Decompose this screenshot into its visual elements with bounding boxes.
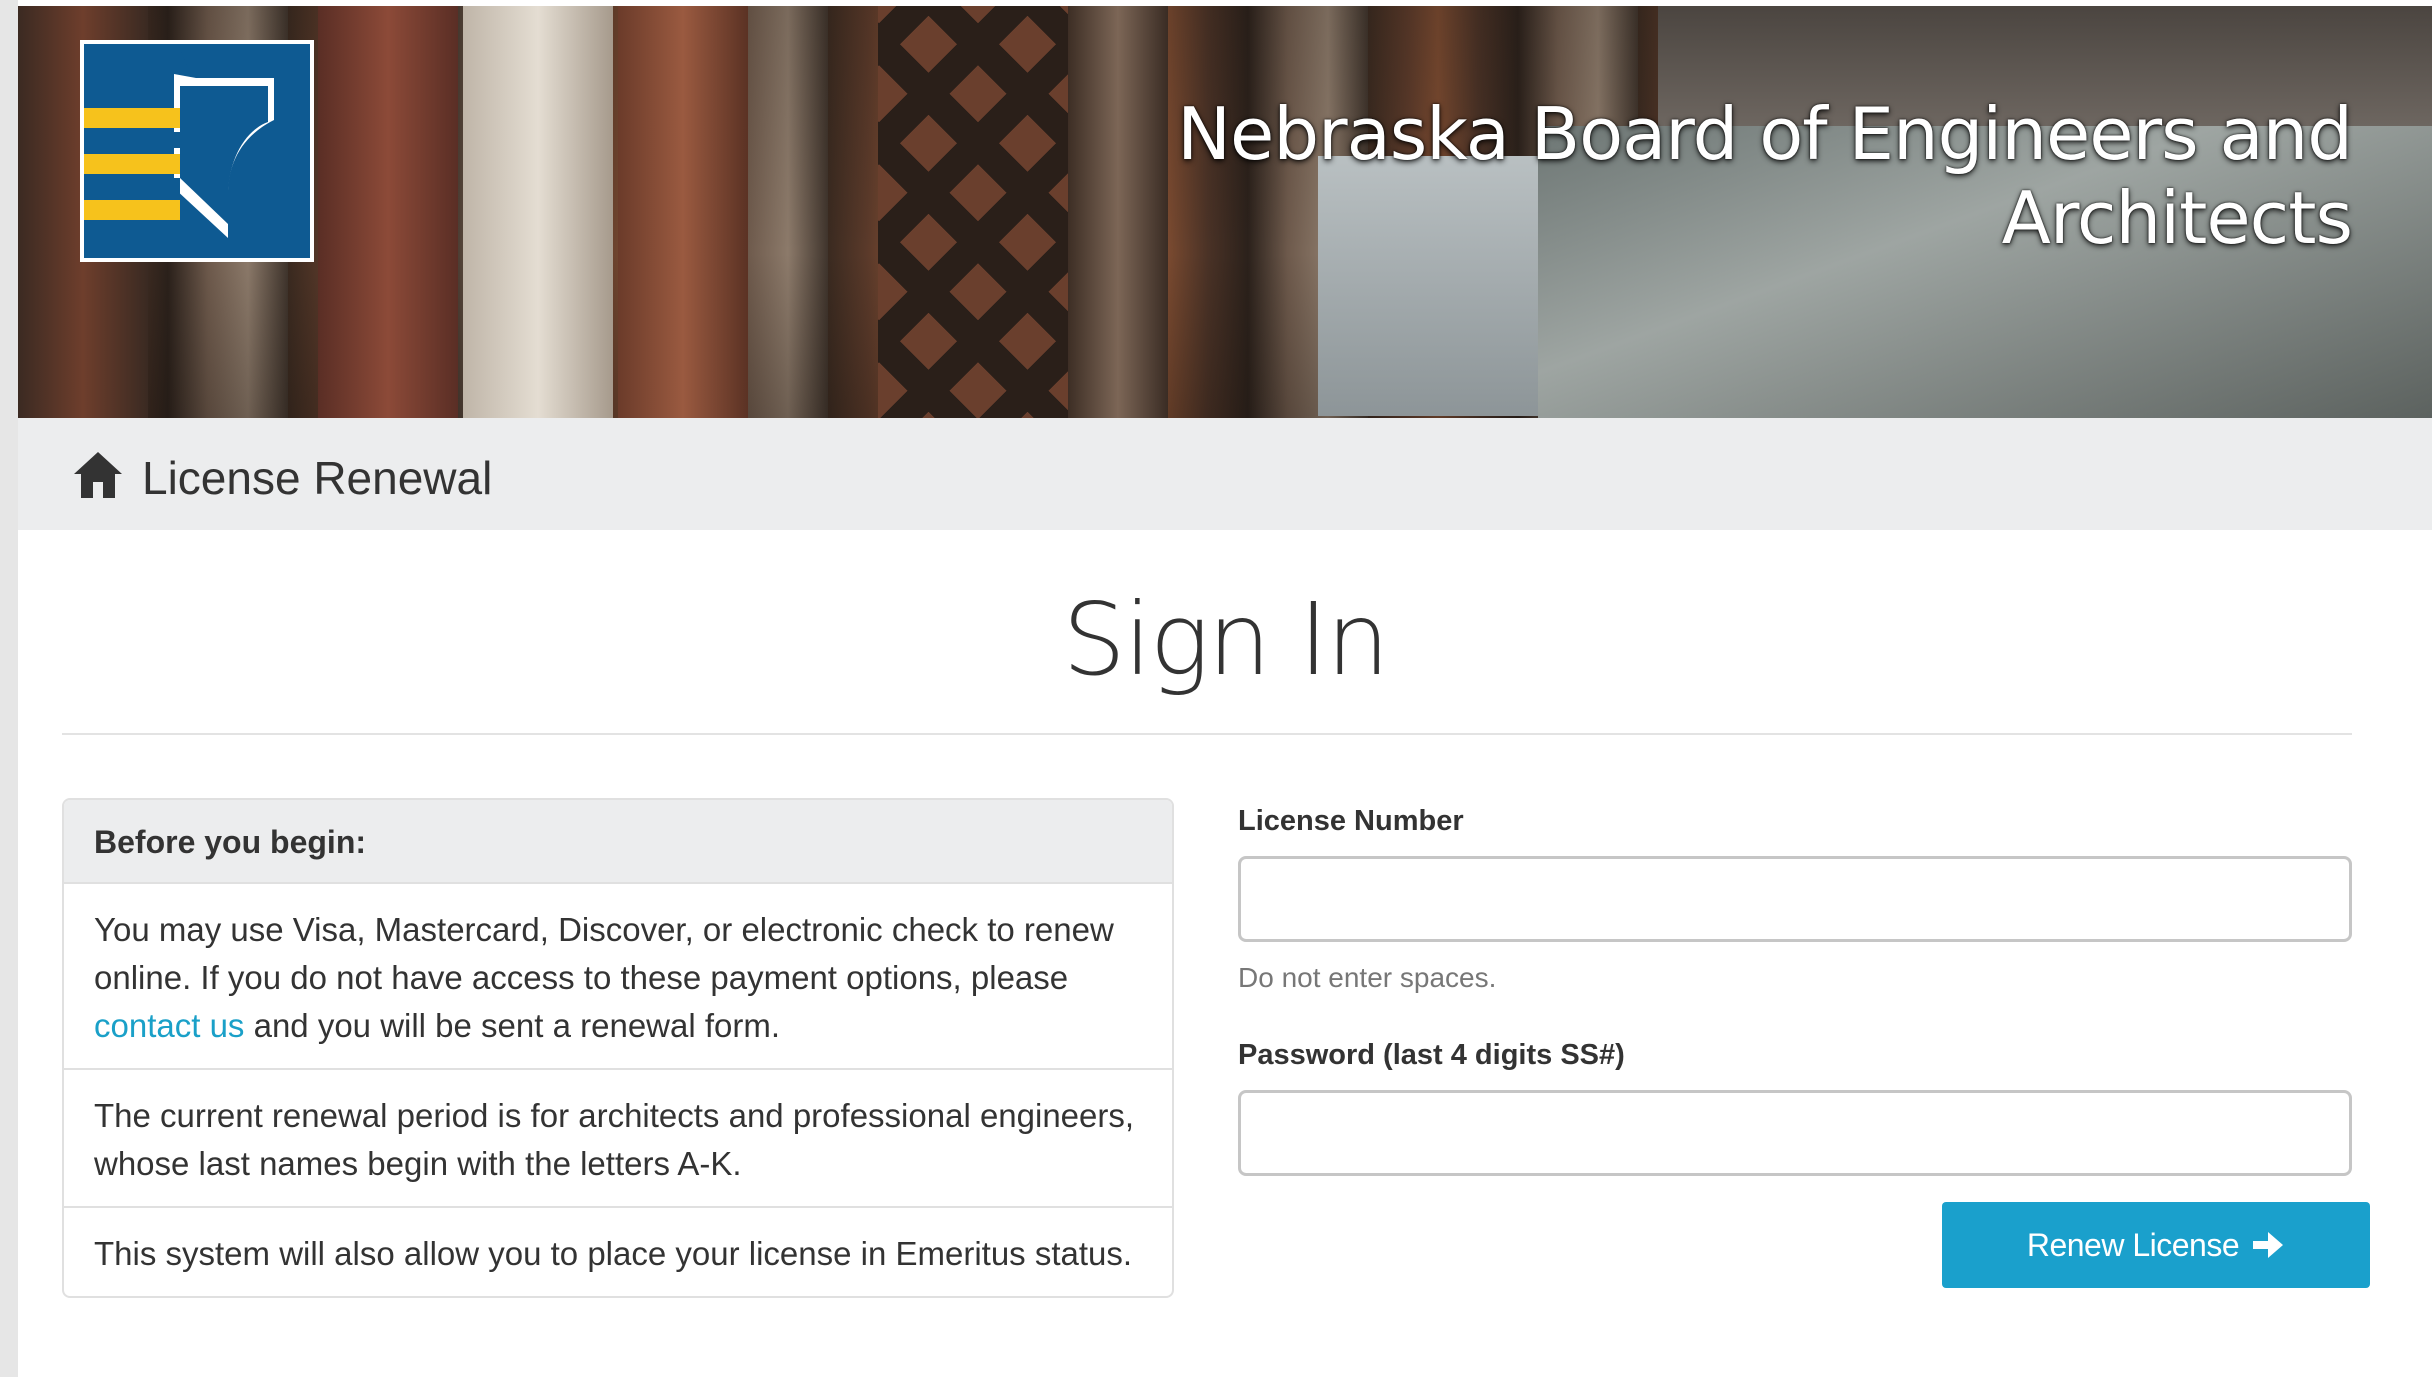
info-item-emeritus: This system will also allow you to place… xyxy=(94,1235,1133,1272)
info-item-payment: You may use Visa, Mastercard, Discover, … xyxy=(64,884,1172,1070)
renew-license-button[interactable]: Renew License xyxy=(1942,1202,2370,1288)
banner-photo-beam xyxy=(618,6,748,418)
home-icon[interactable] xyxy=(72,450,124,500)
info-item-text: You may use Visa, Mastercard, Discover, … xyxy=(94,911,1114,996)
sign-in-form: License Number Do not enter spaces. Pass… xyxy=(1238,800,2374,1288)
info-panel: Before you begin: You may use Visa, Mast… xyxy=(62,798,1174,1298)
license-number-input[interactable] xyxy=(1238,856,2352,942)
password-input[interactable] xyxy=(1238,1090,2352,1176)
site-title: Nebraska Board of Engineers and Architec… xyxy=(1177,92,2353,260)
breadcrumb-title: License Renewal xyxy=(142,452,493,504)
info-item-renewal-period: The current renewal period is for archit… xyxy=(64,1070,1172,1208)
license-number-help: Do not enter spaces. xyxy=(1238,962,1497,993)
password-label: Password (last 4 digits SS#) xyxy=(1238,1039,1625,1071)
banner-photo-beam xyxy=(463,6,613,418)
renew-license-label: Renew License xyxy=(2026,1226,2240,1263)
banner-photo-beam xyxy=(318,6,458,418)
info-item-text: and you will be sent a renewal form. xyxy=(244,1007,781,1044)
license-number-label: License Number xyxy=(1238,805,1464,837)
header-banner: Nebraska Board of Engineers and Architec… xyxy=(18,6,2432,418)
page-title: Sign In xyxy=(1062,581,1389,698)
contact-us-link[interactable]: contact us xyxy=(94,1007,244,1044)
info-panel-header: Before you begin: xyxy=(64,800,1172,884)
banner-photo-truss xyxy=(878,6,1078,418)
divider xyxy=(62,733,2352,735)
nbea-logo[interactable] xyxy=(78,38,316,264)
page: Nebraska Board of Engineers and Architec… xyxy=(18,0,2432,1377)
breadcrumb-bar: License Renewal xyxy=(18,418,2432,530)
arrow-right-icon xyxy=(2253,1232,2284,1258)
